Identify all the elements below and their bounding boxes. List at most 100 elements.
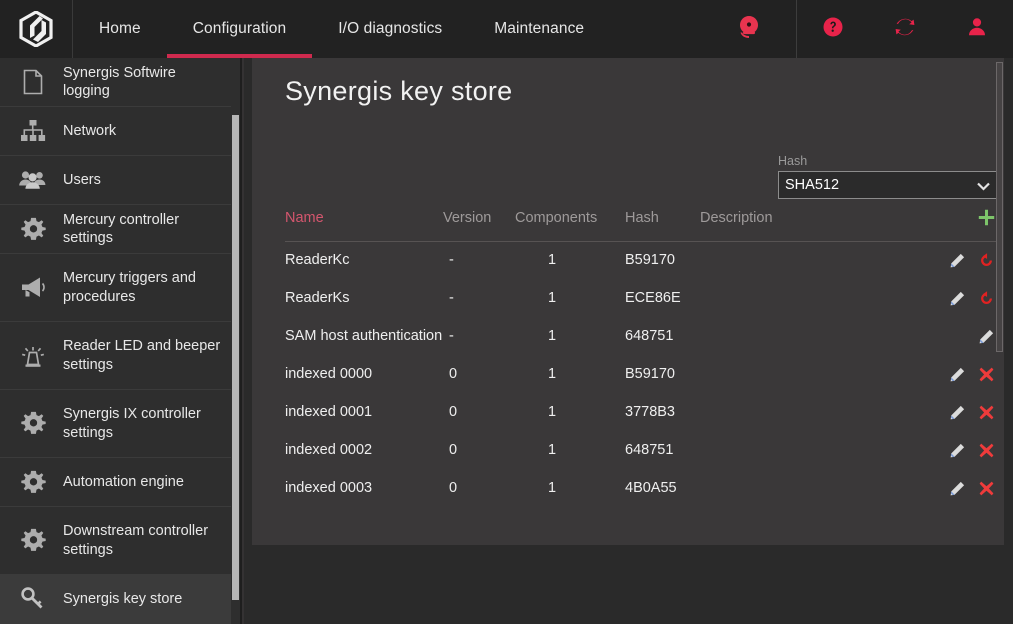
table-row[interactable]: SAM host authentication - 1 648751 [285, 317, 997, 355]
column-header-name[interactable]: Name [285, 206, 443, 241]
edit-icon[interactable] [975, 325, 997, 347]
cell-version: 0 [443, 431, 515, 469]
sidebar-item-label: Synergis IX controller settings [63, 405, 226, 441]
alarm-bell-icon [734, 12, 764, 47]
gear-icon [18, 526, 48, 556]
cell-components: 1 [515, 393, 625, 431]
cell-hash: 4B0A55 [625, 469, 700, 507]
cell-description [700, 469, 930, 507]
alarm-button[interactable] [702, 0, 796, 58]
edit-icon[interactable] [947, 363, 969, 385]
edit-icon[interactable] [947, 477, 969, 499]
key-store-table-wrap: Name Version Components Hash Description [285, 206, 997, 507]
genetec-logo[interactable] [0, 0, 73, 58]
table-row[interactable]: ReaderKs - 1 ECE86E [285, 279, 997, 317]
sidebar-item-mercury-triggers-and-procedures[interactable]: Mercury triggers and procedures [0, 254, 240, 322]
sidebar-scrollbar-thumb[interactable] [232, 115, 239, 600]
hash-select[interactable]: SHA512 [778, 171, 1000, 199]
cell-actions [930, 393, 997, 431]
hash-label: Hash [778, 154, 1000, 168]
cell-version: 0 [443, 355, 515, 393]
key-store-table: Name Version Components Hash Description [285, 206, 997, 507]
cell-name: indexed 0000 [285, 355, 443, 393]
cell-actions [930, 317, 997, 355]
sidebar-item-users[interactable]: Users [0, 156, 240, 205]
table-row[interactable]: indexed 0003 0 1 4B0A55 [285, 469, 997, 507]
megaphone-icon [18, 273, 48, 303]
table-row[interactable]: indexed 0000 0 1 B59170 [285, 355, 997, 393]
nav-tab-home[interactable]: Home [73, 0, 167, 58]
table-row[interactable]: indexed 0002 0 1 648751 [285, 431, 997, 469]
sidebar-item-label: Synergis key store [63, 590, 226, 608]
network-tree-icon [18, 116, 48, 146]
cell-version: - [443, 317, 515, 355]
cell-version: 0 [443, 469, 515, 507]
nav-tab-label: Maintenance [494, 20, 584, 38]
nav-tab-configuration[interactable]: Configuration [167, 0, 313, 58]
sidebar-item-network[interactable]: Network [0, 107, 240, 156]
edit-icon[interactable] [947, 401, 969, 423]
sidebar-item-downstream-controller-settings[interactable]: Downstream controller settings [0, 507, 240, 575]
sidebar-item-synergis-softwire-logging[interactable]: Synergis Softwire logging [0, 58, 240, 107]
sidebar-item-label: Automation engine [63, 473, 226, 491]
gear-icon [18, 214, 48, 244]
sidebar-item-synergis-ix-controller-settings[interactable]: Synergis IX controller settings [0, 390, 240, 458]
cell-description [700, 279, 930, 317]
cell-actions [930, 241, 997, 279]
column-header-description[interactable]: Description [700, 206, 930, 241]
cell-name: ReaderKs [285, 279, 443, 317]
edit-icon[interactable] [947, 287, 969, 309]
beacon-icon [18, 341, 48, 371]
edit-icon[interactable] [947, 249, 969, 271]
sidebar-scrollbar[interactable] [231, 58, 240, 624]
table-row[interactable]: ReaderKc - 1 B59170 [285, 241, 997, 279]
document-icon [18, 67, 48, 97]
nav-tab-maintenance[interactable]: Maintenance [468, 0, 610, 58]
cell-components: 1 [515, 279, 625, 317]
top-navigation-bar: Home Configuration I/O diagnostics Maint… [0, 0, 1013, 58]
hash-selector-group: Hash SHA512 [778, 154, 1000, 199]
cell-components: 1 [515, 355, 625, 393]
delete-icon[interactable] [975, 439, 997, 461]
reset-icon[interactable] [975, 249, 997, 271]
genetec-logo-icon [19, 11, 53, 47]
delete-icon[interactable] [975, 477, 997, 499]
column-header-version[interactable]: Version [443, 206, 515, 241]
delete-icon[interactable] [975, 401, 997, 423]
cell-name: SAM host authentication [285, 317, 443, 355]
delete-icon[interactable] [975, 363, 997, 385]
column-header-actions [930, 206, 997, 241]
content-left-edge [242, 58, 244, 624]
cell-description [700, 317, 930, 355]
sidebar-item-label: Mercury triggers and procedures [63, 269, 226, 305]
refresh-button[interactable] [869, 0, 941, 58]
column-header-components[interactable]: Components [515, 206, 625, 241]
sidebar-item-mercury-controller-settings[interactable]: Mercury controller settings [0, 205, 240, 254]
nav-tab-label: I/O diagnostics [338, 20, 442, 38]
help-button[interactable] [797, 0, 869, 58]
add-key-button[interactable] [975, 206, 997, 228]
edit-icon[interactable] [947, 439, 969, 461]
sidebar-item-synergis-key-store[interactable]: Synergis key store [0, 575, 240, 624]
reset-icon[interactable] [975, 287, 997, 309]
cell-name: indexed 0002 [285, 431, 443, 469]
sidebar-item-reader-led-and-beeper-settings[interactable]: Reader LED and beeper settings [0, 322, 240, 390]
cell-name: indexed 0003 [285, 469, 443, 507]
cell-description [700, 241, 930, 279]
cell-description [700, 393, 930, 431]
user-account-button[interactable] [941, 0, 1013, 58]
help-icon [822, 16, 844, 43]
sidebar-nav: Synergis Softwire logging Network [0, 58, 240, 624]
sidebar-item-automation-engine[interactable]: Automation engine [0, 458, 240, 507]
table-header: Name Version Components Hash Description [285, 206, 997, 241]
cell-actions [930, 279, 997, 317]
sidebar-item-label: Synergis Softwire logging [63, 64, 226, 100]
gear-icon [18, 409, 48, 439]
user-account-icon [967, 16, 987, 43]
content-scrollbar-thumb[interactable] [996, 62, 1003, 352]
table-row[interactable]: indexed 0001 0 1 3778B3 [285, 393, 997, 431]
main-content: Synergis key store Hash SHA512 Name Vers… [242, 58, 1013, 624]
nav-tab-io-diagnostics[interactable]: I/O diagnostics [312, 0, 468, 58]
column-header-hash[interactable]: Hash [625, 206, 700, 241]
nav-tab-label: Home [99, 20, 141, 38]
